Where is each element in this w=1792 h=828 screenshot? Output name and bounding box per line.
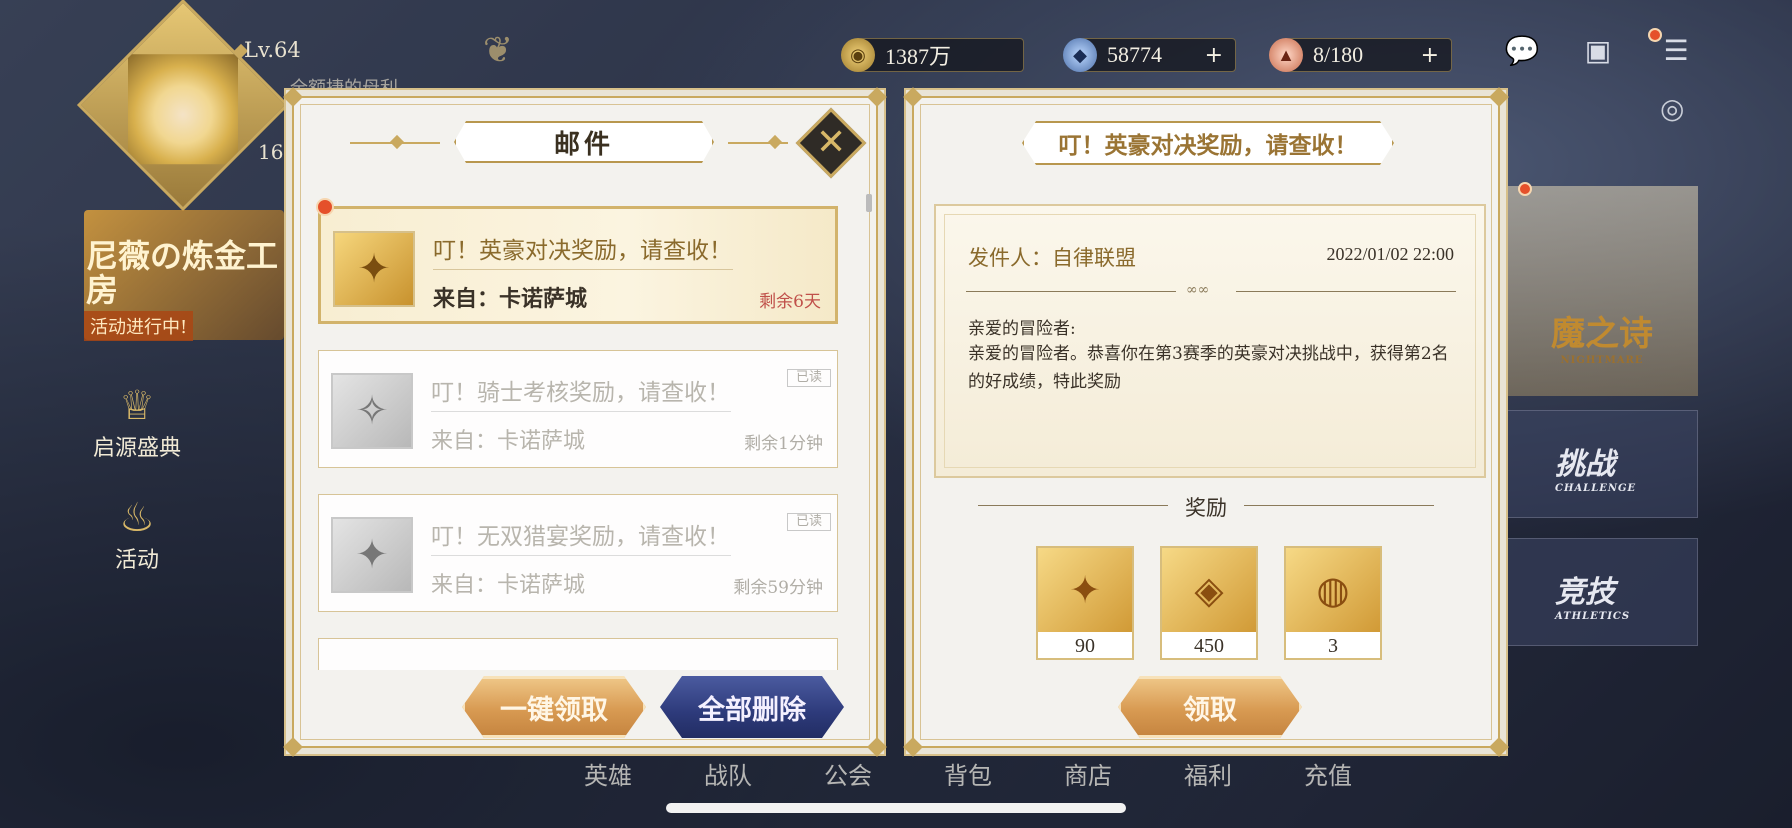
guild-emblem-icon[interactable]: ❦ (468, 30, 528, 80)
rewards-header: 奖励 (914, 492, 1498, 522)
mail-detail-panel: 叮！英豪对决奖励，请查收！ 发件人：自律联盟 2022/01/02 22:00 … (903, 87, 1509, 757)
nightmare-sub: NIGHTMARE (1560, 355, 1644, 366)
mail-sender: 来自：卡诺萨城 (431, 573, 586, 598)
mail-expiry: 剩余59分钟 (733, 578, 823, 598)
challenge-sub: CHALLENGE (1555, 483, 1637, 494)
reward-item[interactable]: ✦ 90 (1036, 546, 1134, 660)
reward-count: 3 (1328, 635, 1338, 657)
mail-sender: 来自：卡诺萨城 (433, 286, 588, 312)
gem-value: 58774 (1107, 42, 1162, 67)
mail-item[interactable]: ✧ 叮！骑士考核奖励，请查收！ 来自：卡诺萨城 剩余1分钟 已读 (318, 350, 838, 468)
friends-count: 16 (258, 140, 284, 164)
activity-button[interactable]: ♨ 活动 (82, 494, 192, 574)
reward-count: 90 (1075, 635, 1095, 657)
amber-gem-icon: ◈ (1162, 548, 1256, 632)
puzzle-piece-icon: ✦ (333, 231, 415, 307)
reward-list: ✦ 90 ◈ 450 ◍ 3 (1036, 546, 1382, 660)
mail-list[interactable]: ✦ 叮！英豪对决奖励，请查收！ 来自：卡诺萨城 剩余6天 ✧ 叮！骑士考核奖励，… (318, 206, 838, 670)
avatar-portrait (127, 54, 238, 165)
menu-notification-dot (1648, 28, 1662, 42)
mail-subject: 叮！骑士考核奖励，请查收！ (431, 380, 730, 406)
read-tag: 已读 (787, 369, 831, 387)
chat-icon[interactable]: 💬 (1500, 34, 1544, 74)
event-banner[interactable]: 尼薇の炼金工房 活动进行中! (84, 210, 284, 342)
gold-resource[interactable]: ◉ 1387万 (841, 38, 1024, 72)
cup-icon: ♕ (119, 383, 155, 429)
player-level: Lv.64 (244, 38, 301, 62)
ring-icon: ◍ (1286, 548, 1380, 632)
knight-emblem-icon: ✧ (331, 373, 413, 449)
mail-divider (431, 555, 731, 556)
close-icon: ✕ (815, 121, 847, 163)
nightmare-notification-dot (1518, 182, 1532, 196)
read-tag: 已读 (787, 513, 831, 531)
mail-item[interactable] (318, 638, 838, 670)
event-title: 尼薇の炼金工房 (86, 237, 279, 309)
mail-subject: 叮！英豪对决奖励，请查收！ (433, 238, 732, 264)
delete-all-button[interactable]: 全部删除 (660, 676, 844, 738)
reward-item[interactable]: ◍ 3 (1284, 546, 1382, 660)
rewards-label: 奖励 (1185, 496, 1227, 520)
nav-welfare[interactable]: 福利 (1148, 756, 1268, 816)
close-button[interactable]: ✕ (795, 107, 867, 179)
nightmare-mode-panel[interactable]: 魔之诗 NIGHTMARE (1506, 186, 1698, 396)
nav-recharge[interactable]: 充值 (1268, 756, 1388, 816)
puzzle-piece-icon: ✦ (1038, 548, 1132, 632)
athletics-title: 竞技 (1555, 575, 1615, 610)
mail-item[interactable]: ✦ 叮！无双猎宴奖励，请查收！ 来自：卡诺萨城 剩余59分钟 已读 (318, 494, 838, 612)
gold-coin-icon: ◉ (841, 38, 875, 72)
add-stamina-button[interactable]: + (1421, 43, 1439, 68)
nightmare-title: 魔之诗 (1551, 314, 1653, 354)
detail-title: 叮！英豪对决奖励，请查收！ (1022, 121, 1394, 165)
reward-count: 450 (1194, 635, 1224, 657)
title-dot (389, 134, 405, 150)
gold-value: 1387万 (885, 44, 952, 69)
mail-scrollbar[interactable] (866, 194, 872, 212)
stamina-cake-icon: ▲ (1269, 38, 1303, 72)
event-status: 活动进行中! (84, 311, 194, 342)
athletics-sub: ATHLETICS (1555, 611, 1631, 622)
title-dot (767, 134, 783, 150)
unread-notification-dot (316, 198, 334, 216)
stamina-value: 8/180 (1313, 42, 1364, 67)
stamina-resource[interactable]: ▲ 8/180 + (1269, 38, 1452, 72)
home-indicator[interactable] (666, 803, 1126, 813)
claim-all-button[interactable]: 一键领取 (462, 676, 646, 738)
mail-panel-title: 邮件 (454, 121, 714, 163)
add-gem-button[interactable]: + (1205, 43, 1223, 68)
athletics-mode-panel[interactable]: 竞技 ATHLETICS (1506, 538, 1698, 646)
mail-sender: 来自：卡诺萨城 (431, 429, 586, 454)
challenge-mode-panel[interactable]: 挑战 CHALLENGE (1506, 410, 1698, 518)
map-icon[interactable]: ▣ (1576, 34, 1620, 74)
detail-title-frame: 叮！英豪对决奖励，请查收！ (1008, 120, 1408, 166)
mail-divider (433, 269, 733, 270)
letter-date: 2022/01/02 22:00 (1326, 244, 1454, 264)
claim-button[interactable]: 领取 (1118, 676, 1302, 738)
challenge-title: 挑战 (1555, 447, 1615, 482)
letter-ornament: ∞∞ (966, 282, 1456, 298)
letter-greeting: 亲爱的冒险者: (968, 319, 1076, 339)
letter-sender: 发件人：自律联盟 (968, 246, 1136, 270)
puzzle-piece-icon: ✦ (331, 517, 413, 593)
mail-expiry: 剩余6天 (759, 292, 821, 312)
mail-title-frame: 邮件 (444, 120, 724, 164)
mail-item[interactable]: ✦ 叮！英豪对决奖励，请查收！ 来自：卡诺萨城 剩余6天 (318, 206, 838, 324)
menu-icon[interactable]: ☰ (1654, 34, 1698, 74)
gem-icon: ◆ (1063, 38, 1097, 72)
mail-expiry: 剩余1分钟 (744, 434, 823, 454)
letter-body: 亲爱的冒险者。恭喜你在第3赛季的英豪对决挑战中，获得第2名的好成绩，特此奖励 (968, 344, 1449, 392)
ceremony-button[interactable]: ♕ 启源盛典 (82, 382, 192, 462)
letter-content: 发件人：自律联盟 2022/01/02 22:00 ∞∞ 亲爱的冒险者: 亲爱的… (934, 204, 1486, 478)
reward-item[interactable]: ◈ 450 (1160, 546, 1258, 660)
ceremony-label: 启源盛典 (92, 436, 181, 461)
mail-list-panel: 邮件 ✕ ✦ 叮！英豪对决奖励，请查收！ 来自：卡诺萨城 剩余6天 ✧ 叮！骑士… (283, 87, 887, 757)
activity-label: 活动 (114, 548, 159, 573)
gem-resource[interactable]: ◆ 58774 + (1063, 38, 1236, 72)
bag-icon: ♨ (119, 495, 155, 541)
nav-heroes[interactable]: 英雄 (548, 756, 668, 816)
mail-subject: 叮！无双猎宴奖励，请查收！ (431, 524, 730, 550)
hide-ui-eye-icon[interactable]: ◎ (1660, 92, 1684, 125)
mail-divider (431, 411, 731, 412)
